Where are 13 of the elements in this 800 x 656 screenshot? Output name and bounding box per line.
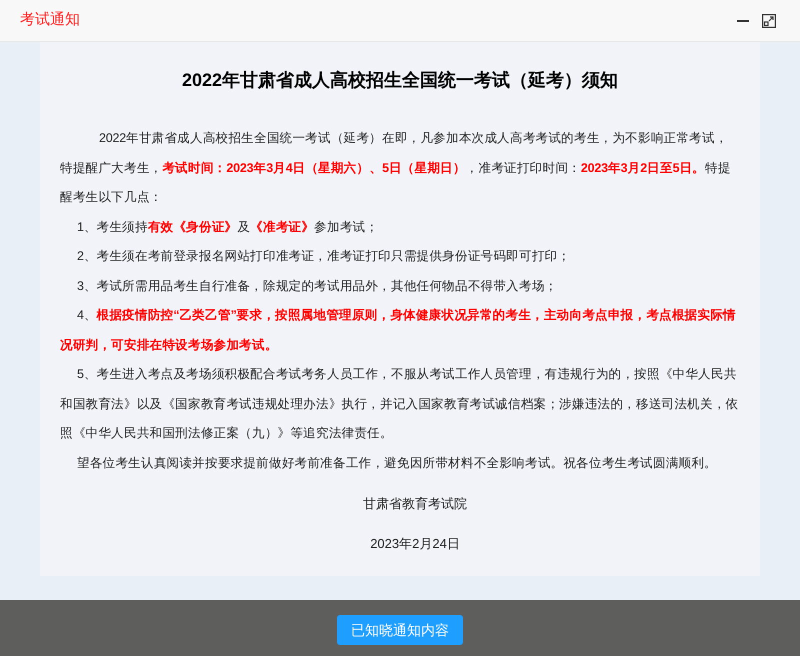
intro-paragraph: 2022年甘肃省成人高校招生全国统一考试（延考）在即，凡参加本次成人高考考试的考生，为不影响正常考试，特提醒广大考生，考试时间：2023年3月4日（星期六）、5日（星期日），准考证打印时间：2023年3月2日至5日。特提醒考生以下几点： — [60, 130, 732, 206]
dialog-title: 考试通知 — [20, 10, 80, 30]
notice-item: 3、考试所需用品考生自行准备，除规定的考试用品外，其他任何物品不得带入考场； — [76, 278, 558, 294]
notice-item: 5、考生进入考点及考场须积极配合考试考务人员工作，不服从考试工作人员管理，有违规行为的，按照《中华人民共和国教育法》以及《国家教育考试违规处理办法》执行，并记入国家教育考试诚信档案；涉嫌违法的，移送司法机关，依照《中华人民共和国刑法修正案（九）》等追究法律责任。 — [60, 366, 740, 442]
notice-item: 望各位考生认真阅读并按要求提前做好考前准备工作，避免因所带材料不全影响考试。祝各位考生考试圆满顺利。 — [76, 454, 718, 472]
maximize-icon[interactable] — [762, 14, 776, 28]
notice-item: 2、考生须在考前登录报名网站打印准考证，准考证打印只需提供身份证号码即可打印； — [76, 248, 572, 265]
notice-item: 1、考生须持有效《身份证》及《准考证》参加考试； — [76, 218, 380, 236]
notice-item: 4、根据疫情防控“乙类乙管”要求，按照属地管理原则，身体健康状况异常的考生，主动向考点申报，考点根据实际情况研判，可安排在特设考场参加考试。 — [60, 307, 737, 354]
notice-heading: 2022年甘肃省成人高校招生全国统一考试（延考）须知 — [182, 69, 618, 92]
issuer-text: 甘肃省教育考试院 — [363, 495, 467, 513]
date-text: 2023年2月24日 — [370, 534, 460, 552]
confirm-button[interactable]: 已知晓通知内容 — [337, 615, 463, 645]
